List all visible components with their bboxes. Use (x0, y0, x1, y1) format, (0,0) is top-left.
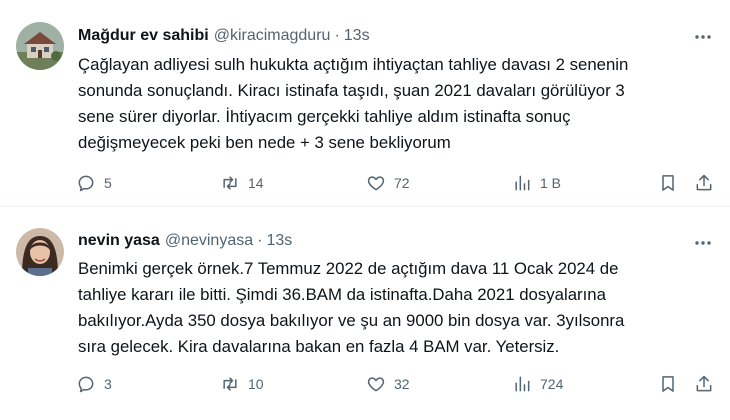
reply-button[interactable]: 3 (76, 369, 112, 399)
retweet-button[interactable]: 10 (220, 369, 264, 399)
tweet-actions: 3 10 32 724 (70, 369, 720, 399)
tweet-text-line: tahliye kararı ile bitti. Şimdi 36.BAM d… (78, 285, 606, 304)
tweet-header: Mağdur ev sahibi @kiracimagduru · 13s (78, 25, 370, 47)
like-count: 32 (394, 376, 410, 392)
author-handle[interactable]: @nevinyasa (165, 232, 253, 250)
author-name[interactable]: Mağdur ev sahibi (78, 27, 209, 45)
reply-button[interactable]: 5 (76, 168, 112, 198)
tweet-time[interactable]: 13s (266, 232, 292, 250)
reply-icon (78, 175, 94, 192)
share-icon (696, 375, 712, 392)
views-button[interactable]: 1 B (512, 168, 561, 198)
retweet-button[interactable]: 14 (220, 168, 264, 198)
share-button[interactable] (694, 168, 714, 198)
bookmark-button[interactable] (658, 168, 678, 198)
reply-count: 5 (104, 175, 112, 191)
tweet-text-line: bakılıyor.Ayda 350 dosya bakılıyor ve şu… (78, 311, 625, 330)
tweet[interactable]: Mağdur ev sahibi @kiracimagduru · 13s Ça… (0, 0, 730, 207)
views-icon (515, 175, 530, 191)
views-count: 724 (540, 376, 564, 392)
bookmark-icon (662, 175, 674, 191)
tweet-header: nevin yasa @nevinyasa · 13s (78, 230, 292, 252)
tweet-text-line: sene sürer diyorlar. İhtiyacım gerçekki … (78, 107, 571, 126)
author-handle[interactable]: @kiracimagduru (214, 27, 331, 45)
more-icon[interactable] (688, 228, 718, 258)
tweet-text-line: sıra gelecek. Kira davalarına bakan en f… (78, 337, 560, 356)
more-icon[interactable] (688, 22, 718, 52)
avatar[interactable] (16, 22, 64, 70)
heart-icon (367, 176, 385, 191)
like-button[interactable]: 72 (366, 168, 410, 198)
tweet-text-line: Benimki gerçek örnek.7 Temmuz 2022 de aç… (78, 259, 619, 278)
retweet-icon (223, 377, 237, 391)
bookmark-icon (662, 376, 674, 392)
retweet-count: 10 (248, 376, 264, 392)
avatar[interactable] (16, 228, 64, 276)
views-count: 1 B (540, 175, 562, 191)
share-button[interactable] (694, 369, 714, 399)
tweet-actions: 5 14 72 1 B (70, 168, 720, 198)
tweet-text: Benimki gerçek örnek.7 Temmuz 2022 de aç… (78, 256, 718, 360)
reply-icon (78, 376, 94, 393)
like-button[interactable]: 32 (366, 369, 410, 399)
retweet-count: 14 (248, 175, 264, 191)
views-icon (515, 376, 530, 392)
separator: · (334, 27, 340, 44)
heart-icon (367, 377, 385, 392)
views-button[interactable]: 724 (512, 369, 563, 399)
like-count: 72 (394, 175, 410, 191)
author-name[interactable]: nevin yasa (78, 232, 160, 250)
tweet-text-line: Çağlayan adliyesi sulh hukukta açtığım i… (78, 55, 629, 74)
separator: · (257, 232, 263, 249)
share-icon (696, 174, 712, 191)
tweet-time[interactable]: 13s (344, 27, 370, 45)
retweet-icon (223, 176, 237, 190)
divider (0, 206, 730, 207)
tweet-text-line: sonunda sonuçlandı. Kiracı istinafa taşı… (78, 81, 625, 100)
reply-count: 3 (104, 376, 112, 392)
tweet-text-line: değişmeyecek peki ben nede + 3 sene bekl… (78, 133, 451, 152)
tweet-text: Çağlayan adliyesi sulh hukukta açtığım i… (78, 52, 718, 156)
tweet[interactable]: nevin yasa @nevinyasa · 13s Benimki gerç… (0, 208, 730, 420)
bookmark-button[interactable] (658, 369, 678, 399)
